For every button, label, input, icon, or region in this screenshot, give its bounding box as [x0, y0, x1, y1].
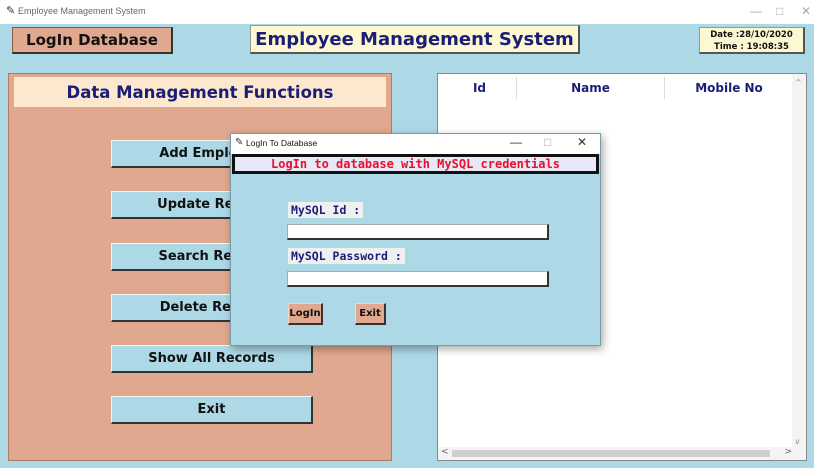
exit-button[interactable]: Exit	[111, 396, 313, 424]
feather-icon: ✎	[235, 137, 244, 148]
login-database-button[interactable]: LogIn Database	[12, 27, 173, 54]
table-header: Id Name Mobile No	[443, 77, 793, 99]
panel-title: Data Management Functions	[14, 77, 386, 107]
column-header-name[interactable]: Name	[517, 77, 665, 99]
horizontal-scrollbar[interactable]: < >	[438, 447, 794, 460]
time-text: Time : 19:08:35	[714, 42, 789, 52]
chevron-right-icon[interactable]: >	[784, 447, 792, 457]
login-dialog: ✎ LogIn To Database — □ ✕ LogIn to datab…	[230, 133, 601, 346]
chevron-up-icon[interactable]: ^	[795, 78, 802, 87]
app-title: Employee Management System	[250, 25, 580, 54]
feather-icon: ✎	[6, 4, 16, 17]
window-titlebar[interactable]: ✎ Employee Management System — □ ✕	[0, 0, 814, 24]
mysql-id-input[interactable]	[287, 224, 549, 240]
column-header-mobile[interactable]: Mobile No	[665, 77, 793, 99]
datetime-display: Date :28/10/2020 Time : 19:08:35	[699, 27, 805, 54]
scrollbar-thumb[interactable]	[452, 450, 770, 457]
window-title: Employee Management System	[18, 6, 146, 16]
dialog-title: LogIn To Database	[246, 138, 318, 148]
maximize-button[interactable]: □	[776, 4, 783, 18]
date-text: Date :28/10/2020	[710, 30, 793, 40]
mysql-password-input[interactable]	[287, 271, 549, 287]
dialog-exit-button[interactable]: Exit	[355, 303, 386, 325]
login-button[interactable]: LogIn	[288, 303, 323, 325]
close-button[interactable]: ✕	[801, 4, 811, 18]
dialog-minimize-button[interactable]: —	[510, 135, 522, 149]
column-header-id[interactable]: Id	[443, 77, 517, 99]
vertical-scrollbar[interactable]: ^ v	[792, 74, 806, 460]
dialog-close-button[interactable]: ✕	[577, 135, 587, 149]
show-all-records-button[interactable]: Show All Records	[111, 345, 313, 373]
mysql-password-label: MySQL Password :	[288, 248, 405, 264]
chevron-left-icon[interactable]: <	[441, 447, 449, 457]
dialog-titlebar[interactable]: ✎ LogIn To Database — □ ✕	[231, 134, 600, 154]
dialog-header: LogIn to database with MySQL credentials	[232, 154, 599, 174]
dialog-maximize-button[interactable]: □	[544, 135, 551, 149]
minimize-button[interactable]: —	[750, 4, 762, 18]
mysql-id-label: MySQL Id :	[288, 202, 364, 218]
chevron-down-icon[interactable]: v	[795, 437, 800, 446]
